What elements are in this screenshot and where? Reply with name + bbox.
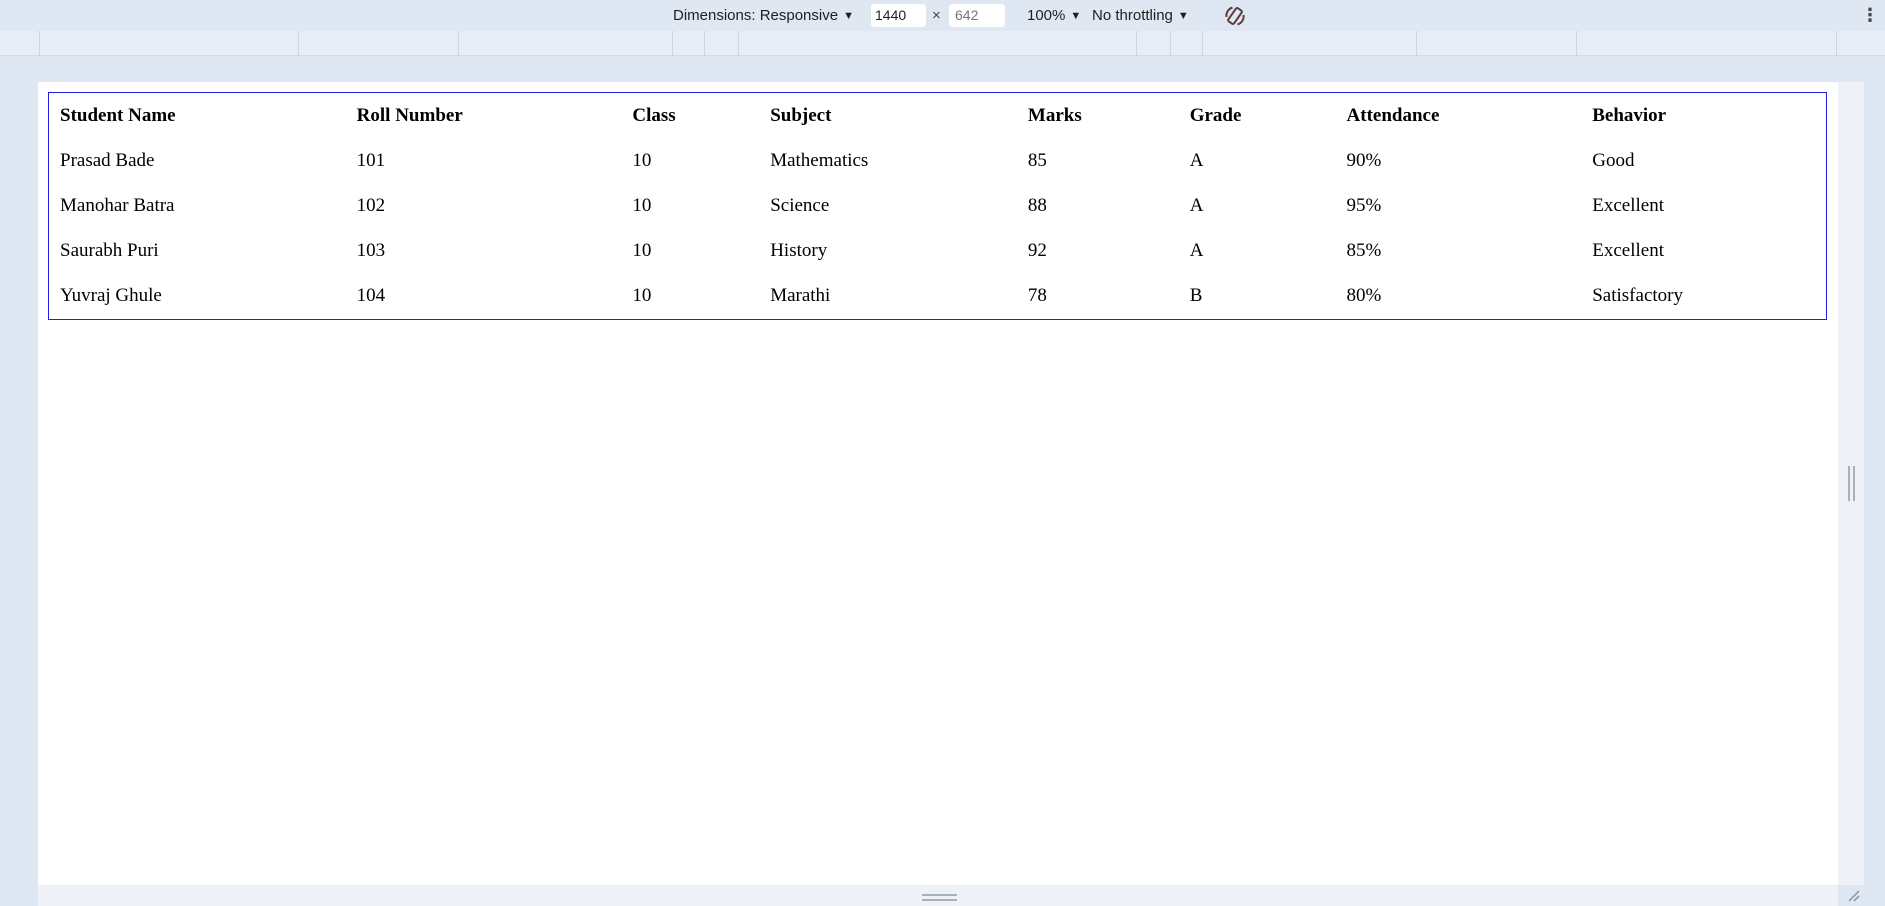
emulated-viewport: Student Name Roll Number Class Subject M… bbox=[38, 82, 1838, 885]
cell-marks: 88 bbox=[1027, 194, 1047, 216]
cell-marks: 85 bbox=[1027, 149, 1047, 171]
cell-attendance: 85% bbox=[1346, 240, 1382, 262]
cell-attendance: 95% bbox=[1346, 194, 1382, 216]
header-behavior: Behavior bbox=[1592, 104, 1667, 126]
cell-attendance: 80% bbox=[1346, 285, 1382, 307]
media-query-bar[interactable] bbox=[0, 31, 1885, 56]
header-row: Student Name Roll Number Class Subject M… bbox=[49, 93, 1826, 138]
cell-subject: Science bbox=[770, 194, 830, 216]
cell-marks: 92 bbox=[1027, 240, 1047, 262]
dimensions-dropdown[interactable]: Dimensions: Responsive ▼ bbox=[673, 0, 854, 31]
zoom-dropdown[interactable]: 100% ▼ bbox=[1027, 0, 1081, 31]
rotate-icon bbox=[1225, 6, 1245, 25]
cell-student-name: Saurabh Puri bbox=[60, 240, 159, 262]
height-input[interactable] bbox=[949, 4, 1005, 27]
cell-class: 10 bbox=[632, 285, 652, 307]
right-resize-handle[interactable] bbox=[1848, 466, 1855, 501]
corner-resize-icon[interactable] bbox=[1846, 888, 1860, 902]
caret-down-icon: ▼ bbox=[1177, 9, 1189, 22]
cell-subject: Marathi bbox=[770, 285, 831, 307]
cell-class: 10 bbox=[632, 194, 652, 216]
caret-down-icon: ▼ bbox=[1070, 9, 1082, 22]
cell-student-name: Yuvraj Ghule bbox=[60, 285, 162, 307]
header-grade: Grade bbox=[1189, 104, 1242, 126]
more-options-icon: ⋮ bbox=[1861, 5, 1879, 25]
rotate-button[interactable] bbox=[1222, 0, 1248, 31]
cell-student-name: Prasad Bade bbox=[60, 149, 155, 171]
zoom-label: 100% bbox=[1027, 7, 1066, 24]
cell-grade: A bbox=[1189, 194, 1204, 216]
cell-attendance: 90% bbox=[1346, 149, 1382, 171]
cell-behavior: Excellent bbox=[1592, 194, 1664, 216]
device-toolbar: Dimensions: Responsive ▼ × 100% ▼ No thr… bbox=[0, 0, 1885, 31]
table-row: Prasad Bade 101 10 Mathematics 85 A 90% Good bbox=[49, 138, 1826, 183]
bottom-resize-handle[interactable] bbox=[922, 894, 957, 901]
throttling-dropdown[interactable]: No throttling ▼ bbox=[1092, 0, 1189, 31]
table-row: Saurabh Puri 103 10 History 92 A 85% Excellent bbox=[49, 229, 1826, 274]
cell-class: 10 bbox=[632, 240, 652, 262]
cell-grade: B bbox=[1189, 285, 1203, 307]
header-class: Class bbox=[632, 104, 676, 126]
caret-down-icon: ▼ bbox=[843, 9, 854, 22]
header-attendance: Attendance bbox=[1346, 104, 1440, 126]
cell-student-name: Manohar Batra bbox=[60, 194, 175, 216]
cell-behavior: Satisfactory bbox=[1592, 285, 1683, 307]
student-table: Student Name Roll Number Class Subject M… bbox=[48, 92, 1827, 320]
cell-grade: A bbox=[1189, 149, 1204, 171]
cell-subject: Mathematics bbox=[770, 149, 869, 171]
dimension-separator: × bbox=[932, 7, 941, 24]
header-marks: Marks bbox=[1027, 104, 1082, 126]
header-subject: Subject bbox=[770, 104, 832, 126]
cell-roll-number: 101 bbox=[356, 149, 386, 171]
table-row: Manohar Batra 102 10 Science 88 A 95% Excellent bbox=[49, 183, 1826, 228]
cell-roll-number: 104 bbox=[356, 285, 386, 307]
table-row: Yuvraj Ghule 104 10 Marathi 78 B 80% Satisfacto… bbox=[49, 274, 1826, 319]
dimensions-label: Dimensions: Responsive bbox=[673, 7, 839, 24]
cell-behavior: Good bbox=[1592, 149, 1635, 171]
throttling-label: No throttling bbox=[1092, 7, 1173, 24]
more-options-button[interactable]: ⋮ bbox=[1861, 0, 1879, 31]
header-student-name: Student Name bbox=[60, 104, 176, 126]
cell-class: 10 bbox=[632, 149, 652, 171]
header-roll-number: Roll Number bbox=[356, 104, 463, 126]
cell-roll-number: 103 bbox=[356, 240, 386, 262]
width-input[interactable] bbox=[871, 4, 926, 27]
cell-subject: History bbox=[770, 240, 828, 262]
cell-behavior: Excellent bbox=[1592, 240, 1664, 262]
cell-marks: 78 bbox=[1027, 285, 1047, 307]
cell-grade: A bbox=[1189, 240, 1204, 262]
cell-roll-number: 102 bbox=[356, 194, 386, 216]
